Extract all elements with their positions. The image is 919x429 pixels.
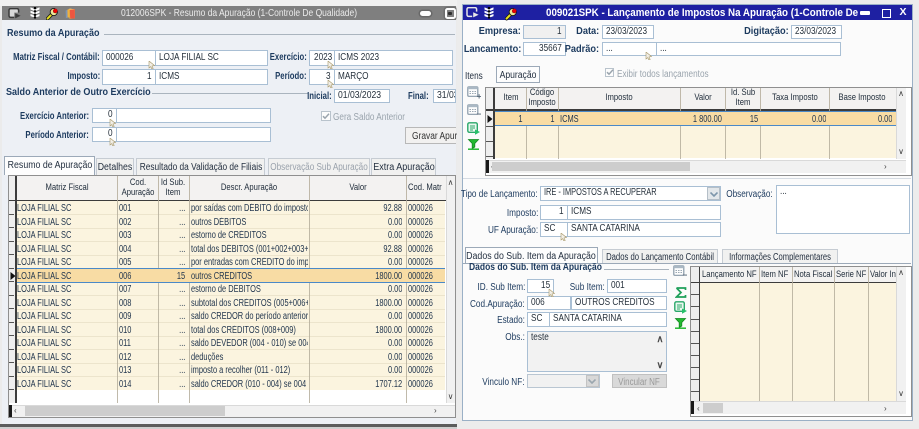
svg-text:−: − bbox=[476, 109, 480, 117]
svg-text:−: − bbox=[683, 270, 687, 278]
svg-text:+: + bbox=[476, 91, 480, 99]
